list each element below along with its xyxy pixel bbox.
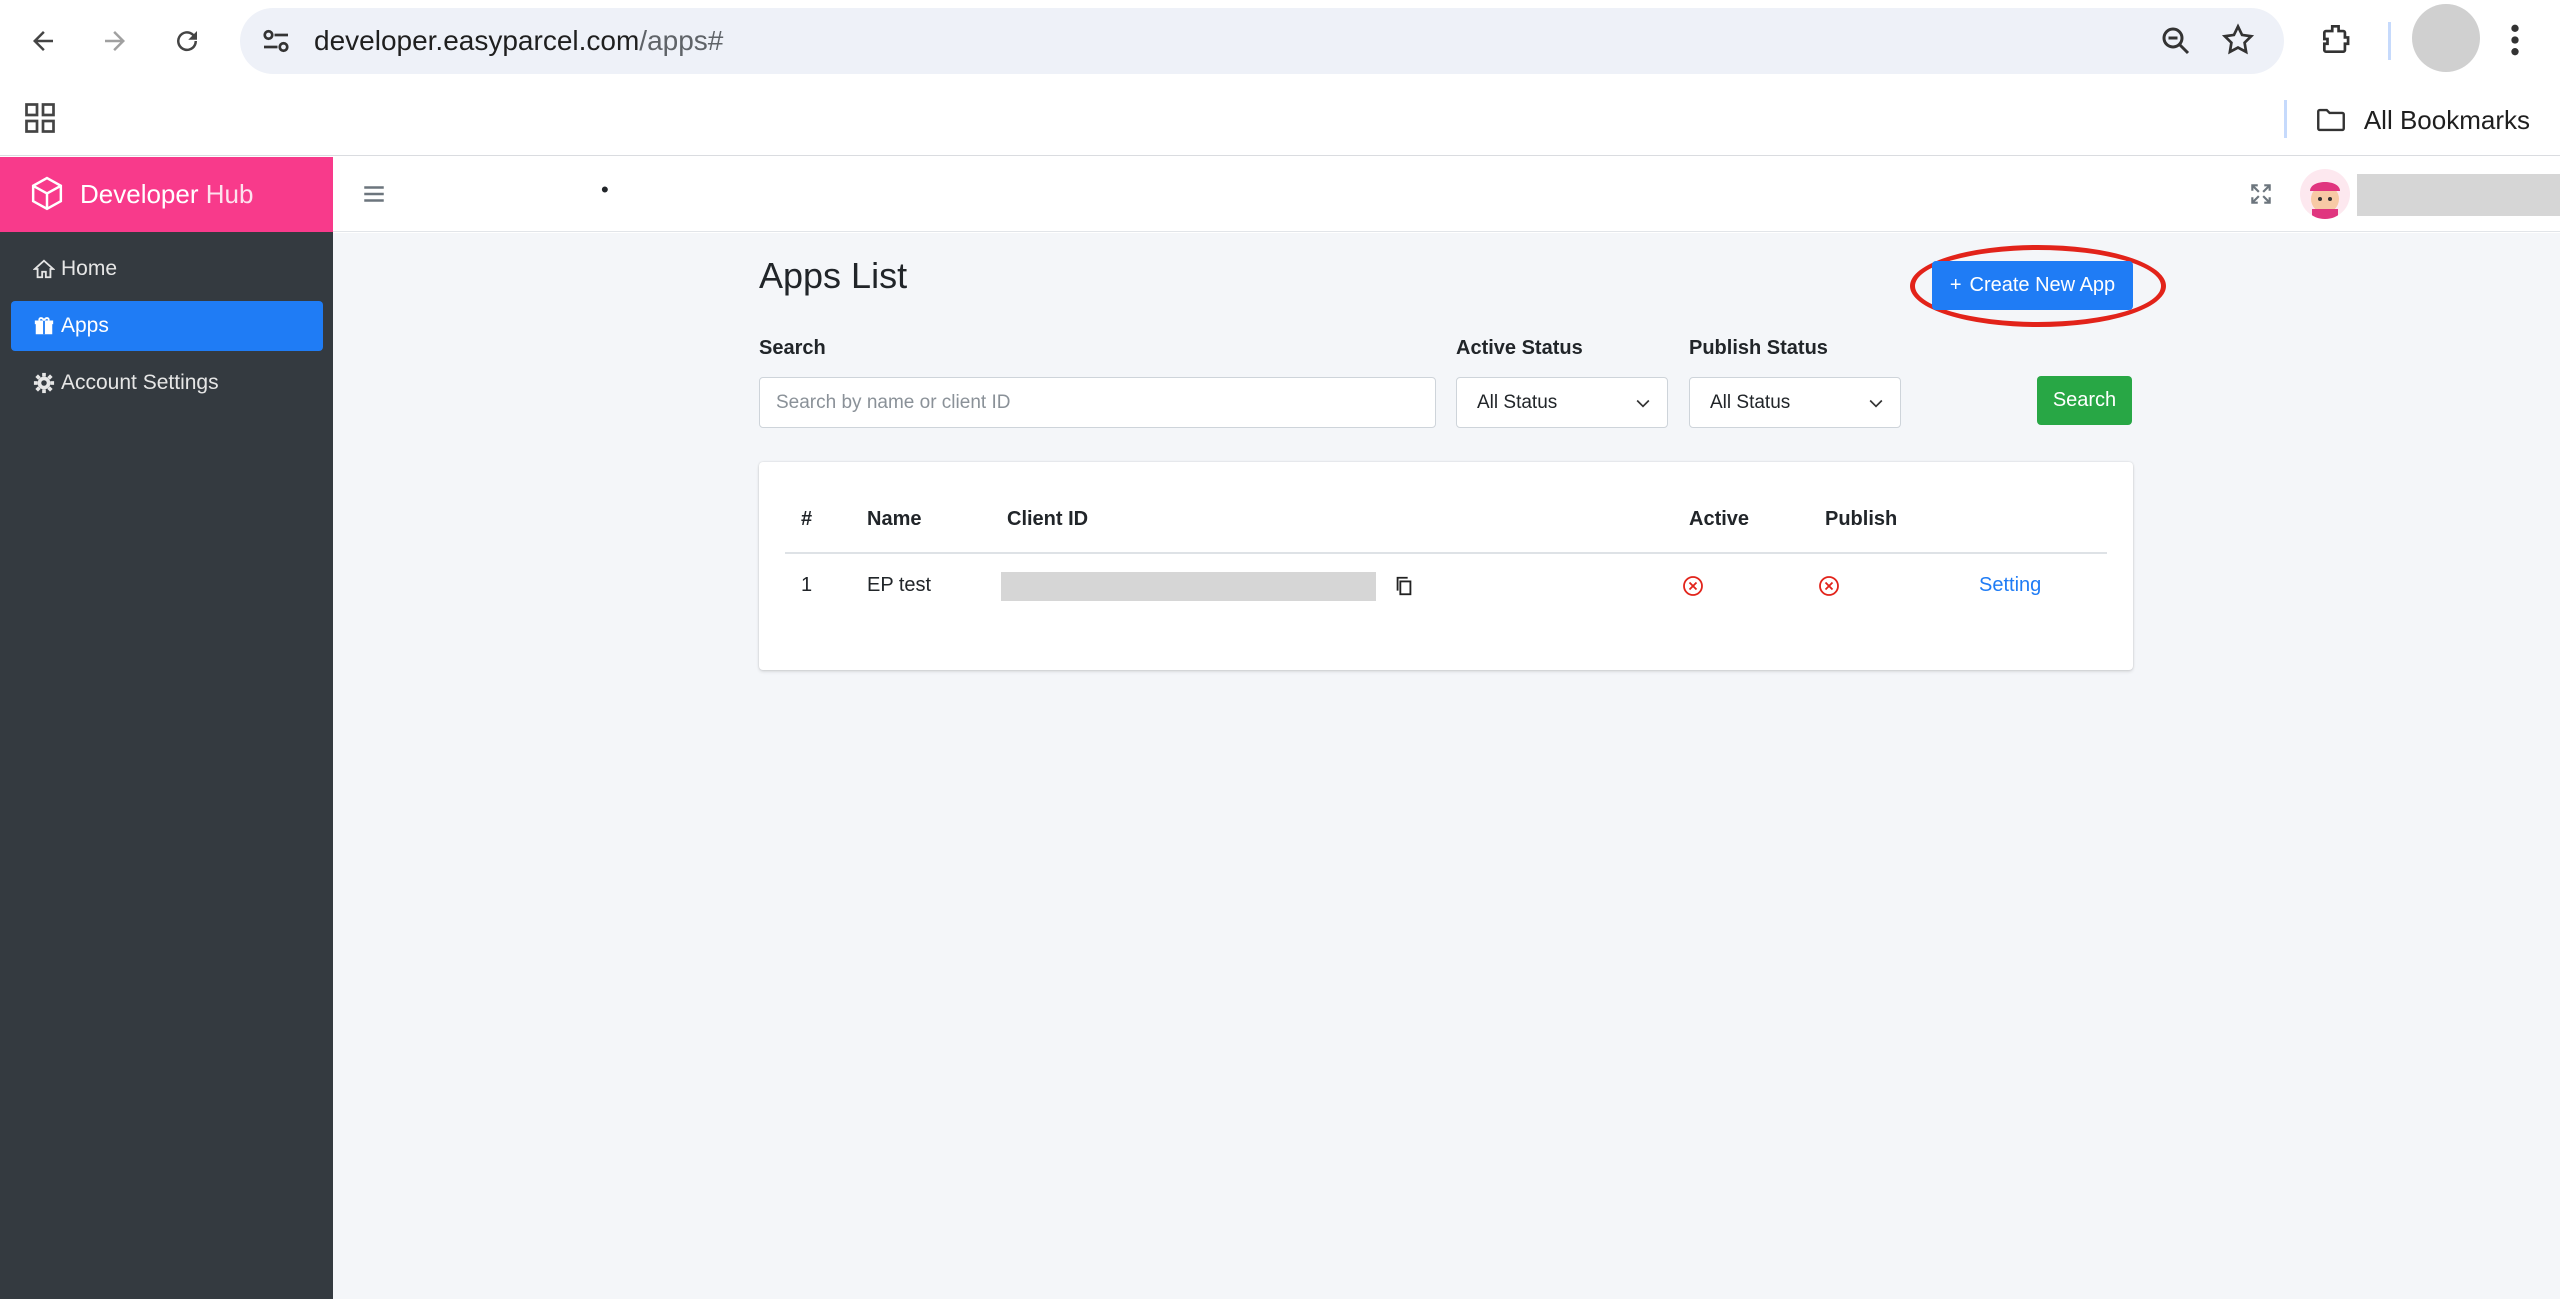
apps-grid-icon[interactable]: [22, 100, 58, 141]
publish-status-value: All Status: [1710, 391, 1791, 413]
arrow-left-icon: [33, 31, 53, 51]
home-icon: [33, 259, 55, 279]
active-status-label: Active Status: [1456, 337, 1583, 359]
address-bar[interactable]: developer.easyparcel.com/apps#: [240, 8, 2284, 74]
sidebar: Developer Hub Home Apps Account Settings: [0, 157, 333, 1299]
sidebar-item-home[interactable]: Home: [11, 244, 323, 294]
username-redacted: [2357, 174, 2560, 216]
extensions-icon[interactable]: [2318, 20, 2356, 63]
client-id-redacted: [1001, 572, 1376, 601]
cube-icon: [31, 176, 63, 210]
search-label: Search: [759, 337, 826, 359]
all-bookmarks-button[interactable]: All Bookmarks: [2314, 100, 2530, 140]
kebab-menu-icon[interactable]: [2500, 20, 2530, 65]
brand-sub-text: Hub: [205, 179, 254, 209]
site-settings-icon[interactable]: [258, 23, 294, 64]
arrow-right-icon: [105, 31, 125, 51]
create-new-app-button[interactable]: + Create New App: [1932, 261, 2133, 310]
chevron-down-icon: [1636, 399, 1650, 408]
unpublished-status-icon: [1817, 574, 1841, 603]
column-header-client-id: Client ID: [1007, 508, 1089, 530]
url-text: developer.easyparcel.com/apps#: [314, 8, 723, 74]
gear-icon: [33, 372, 55, 394]
search-button-label: Search: [2052, 389, 2117, 411]
inactive-status-icon: [1681, 574, 1705, 603]
brand-logo[interactable]: Developer Hub: [0, 157, 333, 232]
profile-avatar[interactable]: [2412, 4, 2480, 72]
url-path: /apps#: [639, 25, 724, 56]
sidebar-item-account-settings[interactable]: Account Settings: [11, 358, 323, 408]
bookmarks-divider: [2284, 100, 2287, 138]
table-header-divider: [785, 552, 2107, 554]
bookmarks-bar: All Bookmarks: [0, 82, 2560, 156]
row-name: EP test: [867, 574, 932, 596]
hamburger-menu-icon[interactable]: [361, 181, 387, 212]
url-host: developer.easyparcel.com: [314, 25, 640, 56]
copy-icon[interactable]: [1393, 575, 1415, 602]
column-header-active: Active: [1689, 508, 1750, 530]
bookmark-star-icon[interactable]: [2220, 22, 2256, 63]
chevron-down-icon: [1869, 399, 1883, 408]
brand-main-text: Developer: [80, 179, 199, 209]
toolbar-divider: [2388, 22, 2391, 60]
column-header-name: Name: [867, 508, 922, 530]
back-button[interactable]: [16, 14, 70, 68]
plus-icon: +: [1949, 274, 1962, 296]
browser-toolbar: developer.easyparcel.com/apps#: [0, 0, 2560, 82]
row-index: 1: [801, 574, 813, 596]
top-navbar: •: [333, 157, 2560, 232]
publish-status-select[interactable]: All Status: [1689, 377, 1901, 428]
search-button[interactable]: Search: [2037, 376, 2132, 425]
active-status-select[interactable]: All Status: [1456, 377, 1668, 428]
apps-table-card: # Name Client ID Active Publish 1 EP tes…: [759, 462, 2133, 670]
column-header-index: #: [801, 508, 813, 530]
forward-button[interactable]: [88, 14, 142, 68]
page-title: Apps List: [759, 255, 908, 296]
sidebar-item-label: Apps: [61, 314, 109, 337]
sidebar-item-label: Home: [61, 257, 118, 280]
sidebar-item-label: Account Settings: [61, 371, 219, 394]
reload-button[interactable]: [160, 14, 214, 68]
nav-dot: •: [601, 177, 609, 202]
column-header-publish: Publish: [1825, 508, 1898, 530]
zoom-icon[interactable]: [2158, 23, 2194, 64]
search-input[interactable]: [759, 377, 1436, 428]
publish-status-label: Publish Status: [1689, 337, 1828, 359]
active-status-value: All Status: [1477, 391, 1558, 413]
reload-icon: [177, 31, 198, 52]
all-bookmarks-label: All Bookmarks: [2363, 104, 2530, 135]
fullscreen-icon[interactable]: [2248, 181, 2274, 212]
user-avatar[interactable]: [2300, 169, 2350, 219]
folder-icon: [2316, 108, 2345, 132]
gift-icon: [34, 317, 54, 335]
main-content: Apps List + Create New App Search Active…: [333, 233, 2560, 1299]
sidebar-item-apps[interactable]: Apps: [11, 301, 323, 351]
setting-link[interactable]: Setting: [1979, 574, 2041, 597]
create-new-app-label: Create New App: [1969, 274, 2116, 296]
